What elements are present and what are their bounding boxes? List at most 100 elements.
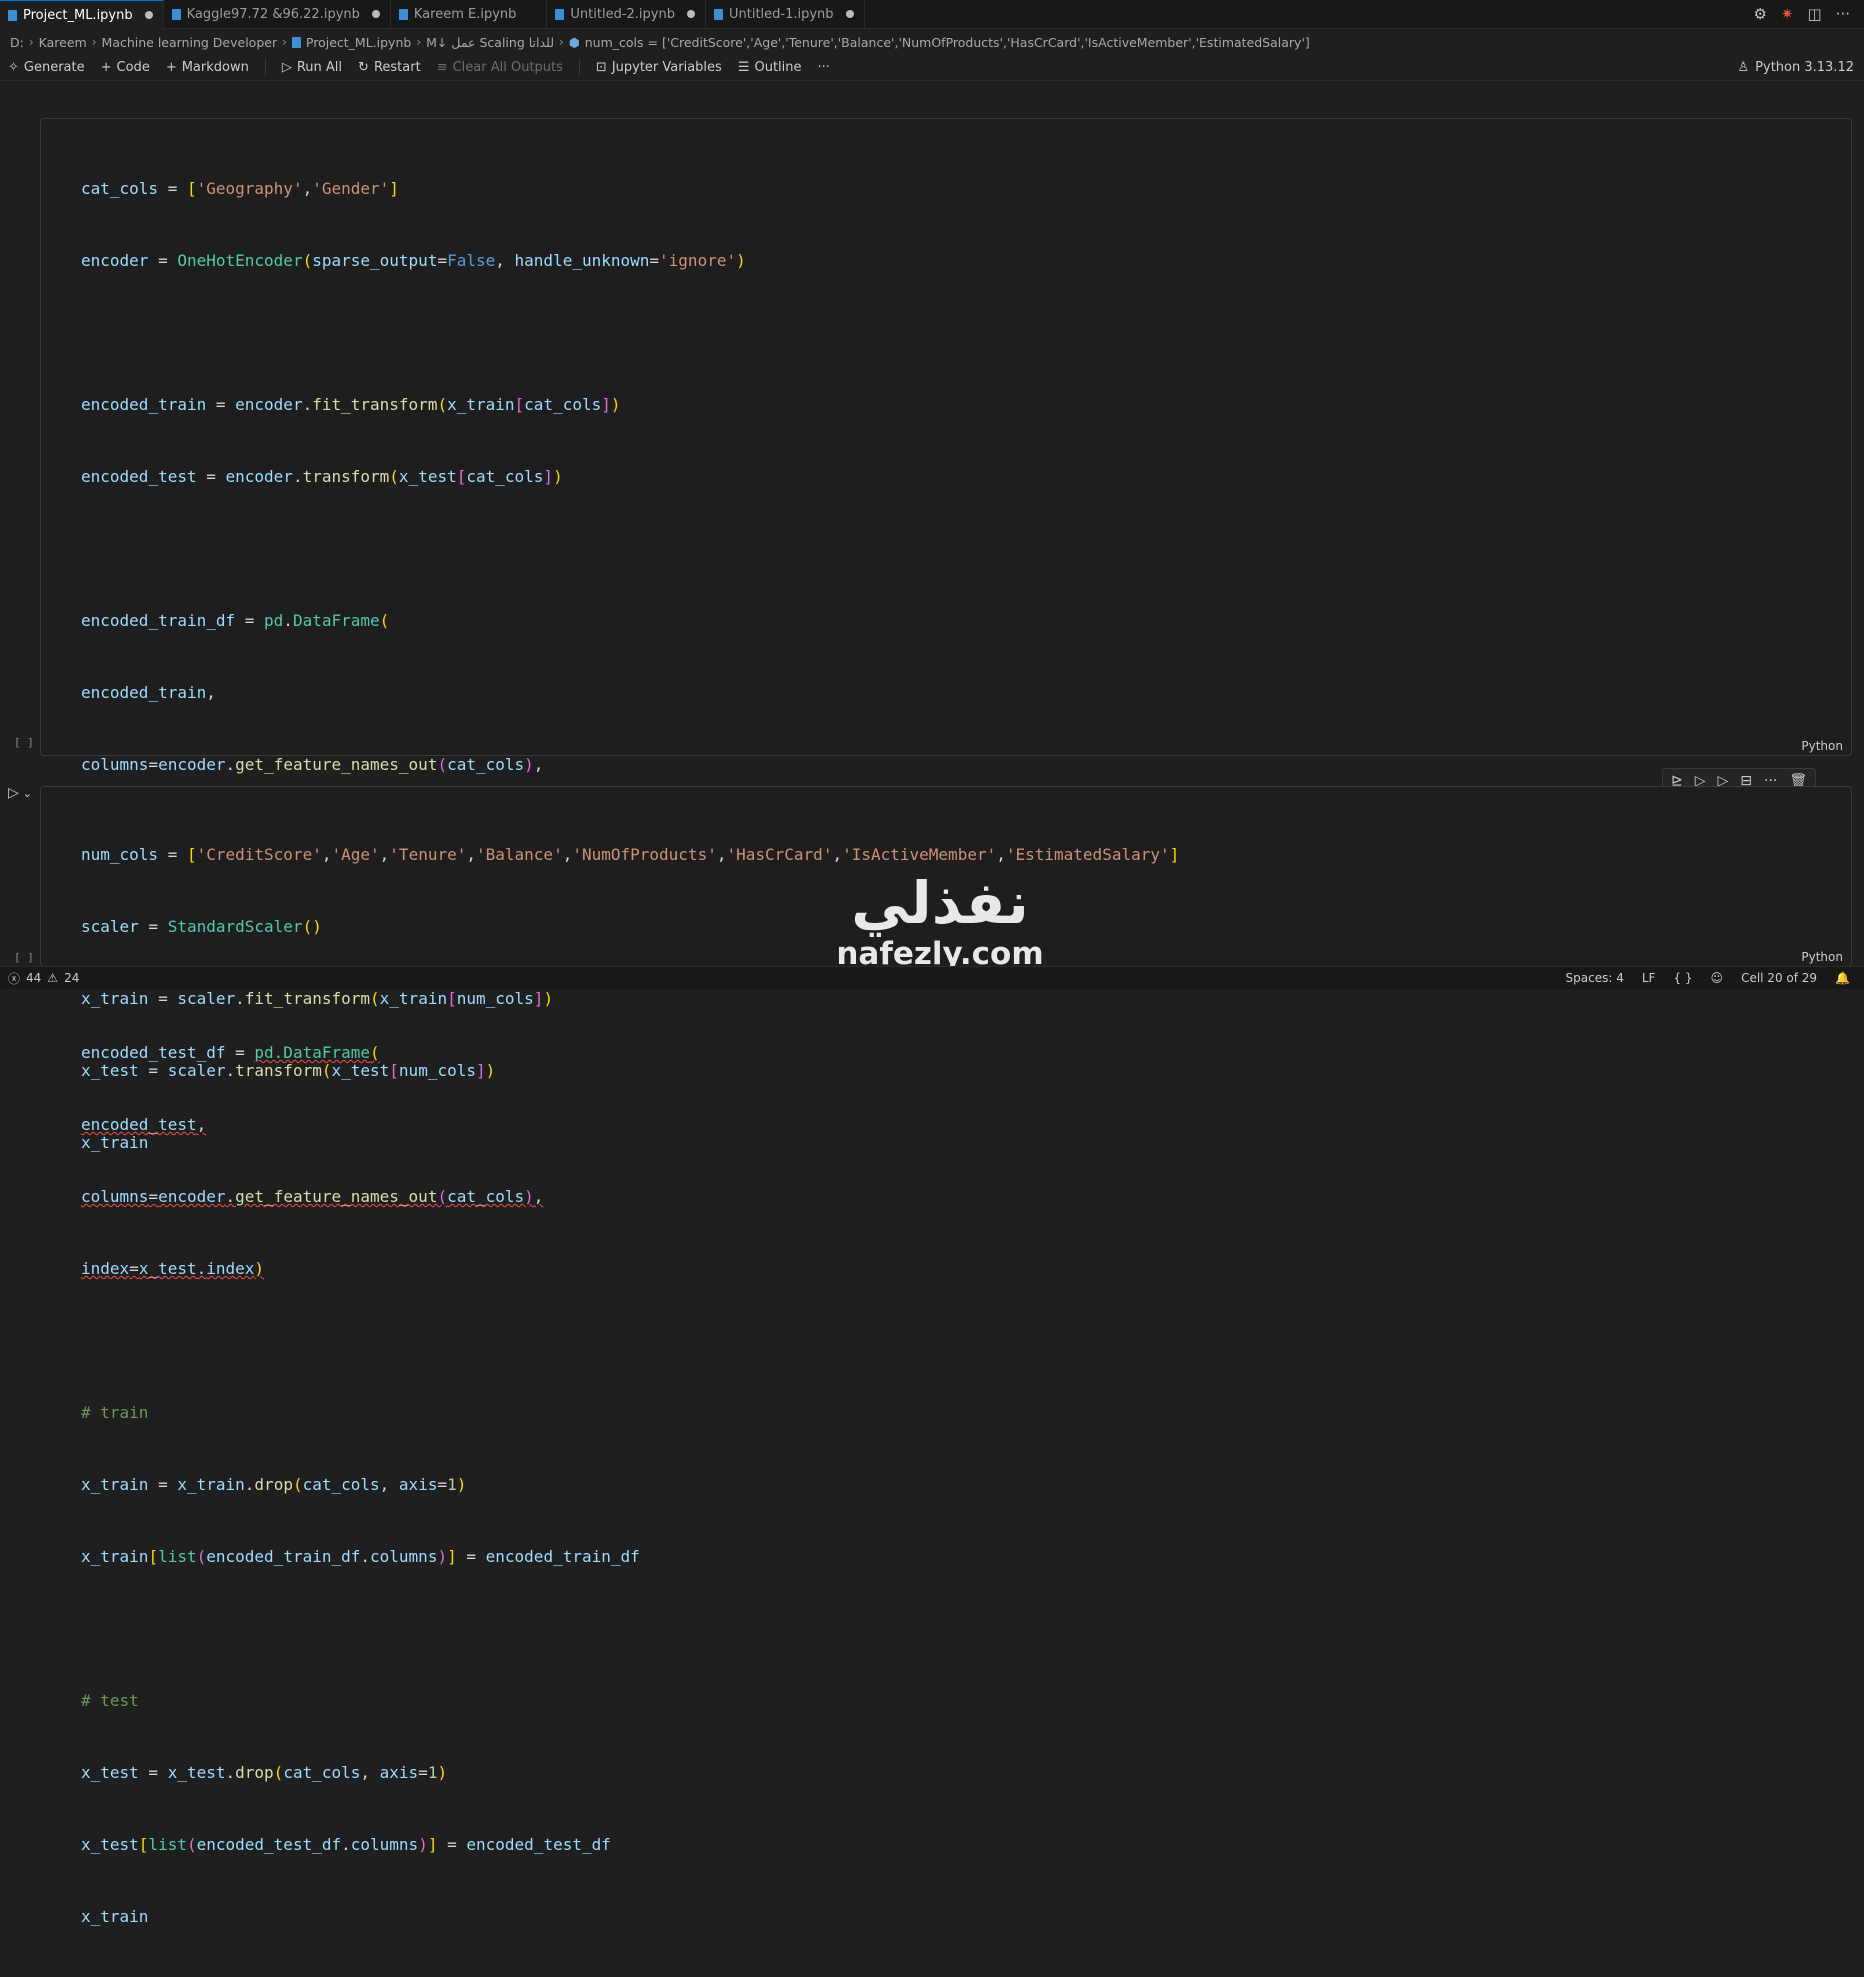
outline-label: Outline — [754, 59, 802, 75]
token: columns — [370, 1547, 438, 1566]
token: # test — [81, 1691, 139, 1710]
split-editor-icon[interactable]: ◫ — [1808, 5, 1822, 23]
token: OneHotEncoder — [177, 251, 303, 270]
breadcrumb: D: › Kareem › Machine learning Developer… — [0, 31, 1864, 53]
clear-icon: ≡ — [436, 59, 448, 75]
toolbar-divider — [264, 59, 266, 75]
kernel-picker[interactable]: ♙ Python 3.13.12 — [1738, 55, 1854, 79]
tab-untitled-1[interactable]: Untitled-1.ipynb — [706, 0, 865, 28]
breadcrumb-item[interactable]: D: — [10, 35, 24, 50]
tab-kareem-e[interactable]: Kareem E.ipynb — [391, 0, 548, 28]
token: ) — [437, 1763, 448, 1782]
token: x_test — [331, 1061, 390, 1080]
token: [ — [447, 989, 457, 1008]
copilot-icon[interactable]: ☺ — [1711, 971, 1724, 985]
more-button[interactable]: ··· — [818, 60, 830, 75]
token: x_train — [81, 989, 149, 1008]
unsaved-dot-icon[interactable] — [845, 10, 854, 18]
token: fit_transform — [312, 395, 438, 414]
watermark-logo-text: نفذلي — [851, 869, 1029, 937]
run-cell-button[interactable]: ▷ ⌄ — [8, 785, 32, 801]
code-line: encoded_train, — [81, 683, 216, 702]
token: [ — [514, 395, 525, 414]
token: encoder — [235, 395, 303, 414]
more-actions-icon[interactable]: ··· — [1836, 5, 1850, 23]
cell-language-label[interactable]: Python — [1801, 950, 1843, 964]
breadcrumb-item[interactable]: Project_ML.ipynb — [306, 35, 411, 50]
token: 'Geography' — [196, 179, 303, 198]
token: 'Age' — [331, 845, 380, 864]
breadcrumb-item[interactable]: num_cols = ['CreditScore','Age','Tenure'… — [585, 35, 1310, 50]
token: [ — [148, 1547, 159, 1566]
unsaved-dot-icon[interactable] — [144, 11, 153, 19]
token: ) — [736, 251, 746, 270]
eol-status[interactable]: LF — [1642, 971, 1656, 985]
generate-button[interactable]: ✧ Generate — [8, 60, 85, 75]
problems-indicator[interactable]: ⓧ 44 ⚠ 24 — [0, 970, 79, 987]
breadcrumb-item[interactable]: Machine learning Developer — [102, 35, 278, 50]
sparkle-icon[interactable]: ✷ — [1781, 5, 1794, 23]
code-cell[interactable]: cat_cols = ['Geography','Gender'] encode… — [40, 118, 1852, 1926]
warning-icon: ⚠ — [47, 971, 59, 985]
token: ) — [610, 395, 621, 414]
token: scaler — [81, 917, 139, 936]
notebook-toolbar: ✧ Generate + Code + Markdown ▷ Run All ↻… — [0, 55, 1864, 79]
code-line: x_train = x_train.drop(cat_cols, axis=1) — [81, 1475, 467, 1494]
breadcrumb-item[interactable]: Kareem — [39, 35, 87, 50]
language-braces-status[interactable]: { } — [1673, 971, 1692, 985]
execution-count: [ ] — [14, 736, 34, 749]
code-line: num_cols = ['CreditScore','Age','Tenure'… — [81, 845, 1180, 864]
chevron-down-icon[interactable]: ⌄ — [23, 787, 32, 800]
clear-all-outputs-button[interactable]: ≡ Clear All Outputs — [437, 60, 563, 75]
tab-project-ml[interactable]: Project_ML.ipynb — [0, 0, 164, 29]
tab-untitled-2[interactable]: Untitled-2.ipynb — [547, 0, 706, 28]
token: ) — [437, 1547, 448, 1566]
indentation-status[interactable]: Spaces: 4 — [1566, 971, 1624, 985]
chevron-right-icon: › — [28, 35, 34, 49]
cell-language-label[interactable]: Python — [1801, 739, 1843, 753]
code-line: encoded_test = encoder.transform(x_test[… — [81, 467, 563, 486]
token: 'ignore' — [659, 251, 737, 270]
code-line: encoded_train = encoder.fit_transform(x_… — [81, 395, 621, 414]
code-editor[interactable]: num_cols = ['CreditScore','Age','Tenure'… — [81, 795, 1179, 1203]
token: encoded_train_df — [485, 1547, 640, 1566]
token: x_train — [81, 1475, 149, 1494]
token: ( — [186, 1835, 197, 1854]
add-markdown-button[interactable]: + Markdown — [166, 60, 249, 75]
unsaved-dot-icon[interactable] — [371, 10, 380, 18]
token: [ — [186, 179, 197, 198]
bell-icon[interactable]: 🔔 — [1835, 971, 1850, 985]
cell-position-status[interactable]: Cell 20 of 29 — [1741, 971, 1817, 985]
tab-label: Untitled-1.ipynb — [728, 6, 834, 22]
token: num_cols — [81, 845, 159, 864]
restart-button[interactable]: ↻ Restart — [358, 60, 421, 75]
editor-tab-bar: Project_ML.ipynb Kaggle97.72 &96.22.ipyn… — [0, 0, 1864, 29]
token: fit_transform — [244, 989, 371, 1008]
add-code-button[interactable]: + Code — [101, 60, 150, 75]
token: cat_cols — [81, 179, 159, 198]
token: 'IsActiveMember' — [842, 845, 997, 864]
token: ) — [543, 989, 554, 1008]
token: ) — [524, 755, 534, 774]
outline-button[interactable]: ☰ Outline — [738, 60, 802, 75]
chevron-right-icon: › — [416, 35, 422, 49]
restart-label: Restart — [373, 59, 421, 75]
token: ] — [475, 1061, 486, 1080]
jupyter-variables-button[interactable]: ⊡ Jupyter Variables — [596, 60, 722, 75]
toolbar-divider — [578, 59, 580, 75]
token: x_test — [81, 1835, 139, 1854]
run-all-button[interactable]: ▷ Run All — [282, 60, 342, 75]
unsaved-dot-icon[interactable] — [686, 10, 695, 18]
gear-icon[interactable]: ⚙ — [1753, 5, 1766, 23]
token: 'Tenure' — [389, 845, 467, 864]
token: cat_cols — [466, 467, 544, 486]
code-line: cat_cols = ['Geography','Gender'] — [81, 179, 399, 198]
token: ] — [543, 467, 554, 486]
token: x_train — [447, 395, 515, 414]
breadcrumb-item[interactable]: M↓ عمل Scaling للداتا — [426, 35, 554, 50]
divider — [0, 80, 1864, 81]
token: get_feature_names_out — [235, 755, 438, 774]
tab-label: Project_ML.ipynb — [23, 7, 133, 23]
tab-kaggle[interactable]: Kaggle97.72 &96.22.ipynb — [164, 0, 391, 28]
